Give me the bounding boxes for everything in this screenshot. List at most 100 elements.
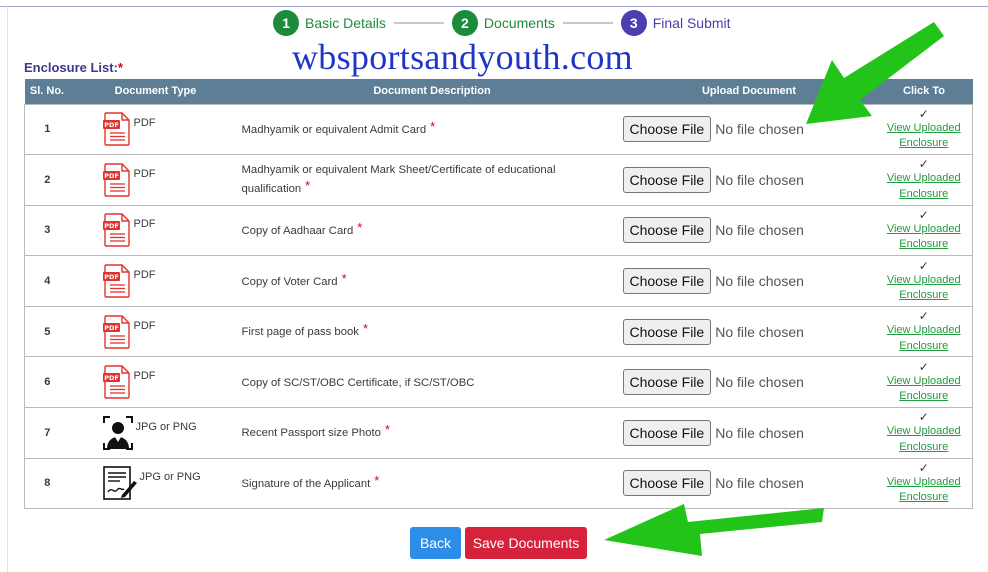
view-uploaded-enclosure-link[interactable]: View Uploaded Enclosure <box>876 222 973 253</box>
row-document-type: PDF PDF <box>69 305 242 357</box>
view-uploaded-enclosure-link[interactable]: View Uploaded Enclosure <box>876 273 973 304</box>
file-status-text: No file chosen <box>715 121 804 138</box>
row-document-type: PDF PDF <box>69 255 242 307</box>
check-icon: ✓ <box>918 157 929 172</box>
row-upload-document: Choose File No file chosen <box>622 154 876 206</box>
file-status-text: No file chosen <box>715 273 804 290</box>
description-text: Copy of Aadhaar Card <box>241 224 354 237</box>
row-click-to: ✓ View Uploaded Enclosure <box>875 305 973 357</box>
row-document-type: JPG or PNG <box>69 407 242 459</box>
table-row: 7 JPG or PNG Recent Passport size Photo * Ch… <box>24 407 973 459</box>
required-mark: * <box>384 422 390 438</box>
row-click-to: ✓ View Uploaded Enclosure <box>875 204 973 256</box>
top-border <box>0 6 988 7</box>
file-status-text: No file chosen <box>715 222 804 239</box>
view-uploaded-enclosure-link[interactable]: View Uploaded Enclosure <box>876 171 973 202</box>
row-upload-document: Choose File No file chosen <box>622 255 876 307</box>
link-line-2: Enclosure <box>899 339 949 352</box>
link-line-2: Enclosure <box>899 289 949 302</box>
view-uploaded-enclosure-link[interactable]: View Uploaded Enclosure <box>876 323 973 354</box>
step-final-submit[interactable]: 3 Final Submit <box>620 10 731 36</box>
row-upload-document: Choose File No file chosen <box>622 204 876 256</box>
required-mark: * <box>430 118 436 134</box>
signature-icon <box>102 465 138 501</box>
table-row: 6 PDF PDF Copy of SC/ST/OBC Certificate, if… <box>24 356 973 408</box>
check-icon: ✓ <box>918 359 929 374</box>
row-sl-no: 3 <box>24 204 70 256</box>
choose-file-button[interactable]: Choose File <box>622 470 712 497</box>
table-row: 4 PDF PDF Copy of Voter Card * Choose File No … <box>24 255 973 307</box>
arrow-shape-bottom <box>604 504 824 556</box>
file-status-text: No file chosen <box>715 171 804 188</box>
choose-file-button[interactable]: Choose File <box>622 166 712 193</box>
table-row: 5 PDF PDF First page of pass book * Choose Fi… <box>24 305 973 357</box>
step-number: 3 <box>620 10 647 36</box>
choose-file-button[interactable]: Choose File <box>622 369 712 396</box>
view-uploaded-enclosure-link[interactable]: View Uploaded Enclosure <box>876 121 973 152</box>
link-line-1: View Uploaded <box>886 324 961 337</box>
choose-file-button[interactable]: Choose File <box>622 268 712 295</box>
document-type-label: PDF <box>133 218 156 231</box>
link-line-1: View Uploaded <box>886 121 961 134</box>
enclosure-list-title: Enclosure List:* <box>24 60 123 75</box>
row-document-description: Madhyamik or equivalent Admit Card * <box>241 103 623 155</box>
link-line-2: Enclosure <box>899 187 949 200</box>
svg-text:PDF: PDF <box>104 222 119 230</box>
svg-text:PDF: PDF <box>104 324 119 332</box>
enclosure-table: Sl. No. Document Type Document Descripti… <box>24 79 973 510</box>
description-text: Madhyamik or equivalent Admit Card <box>241 123 427 136</box>
step-connector <box>393 22 444 24</box>
table-header-row: Sl. No. Document Type Document Descripti… <box>24 79 973 104</box>
row-document-description: Copy of SC/ST/OBC Certificate, if SC/ST/… <box>241 356 623 408</box>
pdf-icon: PDF <box>102 264 132 298</box>
step-label: Documents <box>483 15 555 31</box>
svg-text:PDF: PDF <box>104 172 119 180</box>
svg-text:PDF: PDF <box>104 121 119 129</box>
row-sl-no: 5 <box>24 305 70 357</box>
step-label: Final Submit <box>652 15 731 31</box>
row-click-to: ✓ View Uploaded Enclosure <box>875 154 973 206</box>
row-click-to: ✓ View Uploaded Enclosure <box>875 356 973 408</box>
choose-file-button[interactable]: Choose File <box>622 419 712 446</box>
file-status-text: No file chosen <box>715 424 804 441</box>
header-click-to: Click To <box>875 79 973 104</box>
back-button[interactable]: Back <box>410 527 461 559</box>
row-upload-document: Choose File No file chosen <box>622 103 876 155</box>
progress-stepper: 1 Basic Details 2 Documents 3 Final Subm… <box>273 10 731 36</box>
choose-file-button[interactable]: Choose File <box>622 116 712 143</box>
save-documents-button[interactable]: Save Documents <box>465 527 587 559</box>
description-text: Copy of Voter Card <box>241 275 338 288</box>
required-mark: * <box>341 270 347 286</box>
header-document-type: Document Type <box>69 79 242 104</box>
row-document-description: Copy of Aadhaar Card * <box>241 204 623 256</box>
pdf-icon: PDF <box>102 314 132 349</box>
document-type-label: JPG or PNG <box>135 420 197 433</box>
step-basic-details[interactable]: 1 Basic Details <box>273 10 386 36</box>
link-line-2: Enclosure <box>899 137 949 150</box>
choose-file-button[interactable]: Choose File <box>622 217 712 244</box>
row-sl-no: 4 <box>24 255 70 307</box>
choose-file-button[interactable]: Choose File <box>622 318 712 345</box>
check-icon: ✓ <box>918 106 929 121</box>
row-document-description: Copy of Voter Card * <box>241 255 623 307</box>
link-line-2: Enclosure <box>899 491 949 504</box>
enclosure-title-text: Enclosure List: <box>24 60 118 75</box>
document-type-label: JPG or PNG <box>139 471 201 484</box>
pdf-icon: PDF <box>102 163 132 197</box>
step-documents[interactable]: 2 Documents <box>451 10 555 36</box>
pdf-icon: PDF <box>102 112 132 146</box>
row-document-type: PDF PDF <box>69 103 242 155</box>
view-uploaded-enclosure-link[interactable]: View Uploaded Enclosure <box>876 374 973 405</box>
document-type-label: PDF <box>133 370 156 383</box>
view-uploaded-enclosure-link[interactable]: View Uploaded Enclosure <box>876 475 973 506</box>
row-upload-document: Choose File No file chosen <box>622 407 876 459</box>
link-line-1: View Uploaded <box>886 374 961 387</box>
link-line-1: View Uploaded <box>886 222 961 235</box>
step-number: 2 <box>451 10 478 36</box>
step-label: Basic Details <box>305 15 386 31</box>
row-document-description: Madhyamik or equivalent Mark Sheet/Certi… <box>241 154 623 206</box>
view-uploaded-enclosure-link[interactable]: View Uploaded Enclosure <box>876 424 973 455</box>
svg-text:PDF: PDF <box>104 273 119 281</box>
link-line-2: Enclosure <box>899 440 949 453</box>
row-document-description: Signature of the Applicant * <box>241 457 623 510</box>
